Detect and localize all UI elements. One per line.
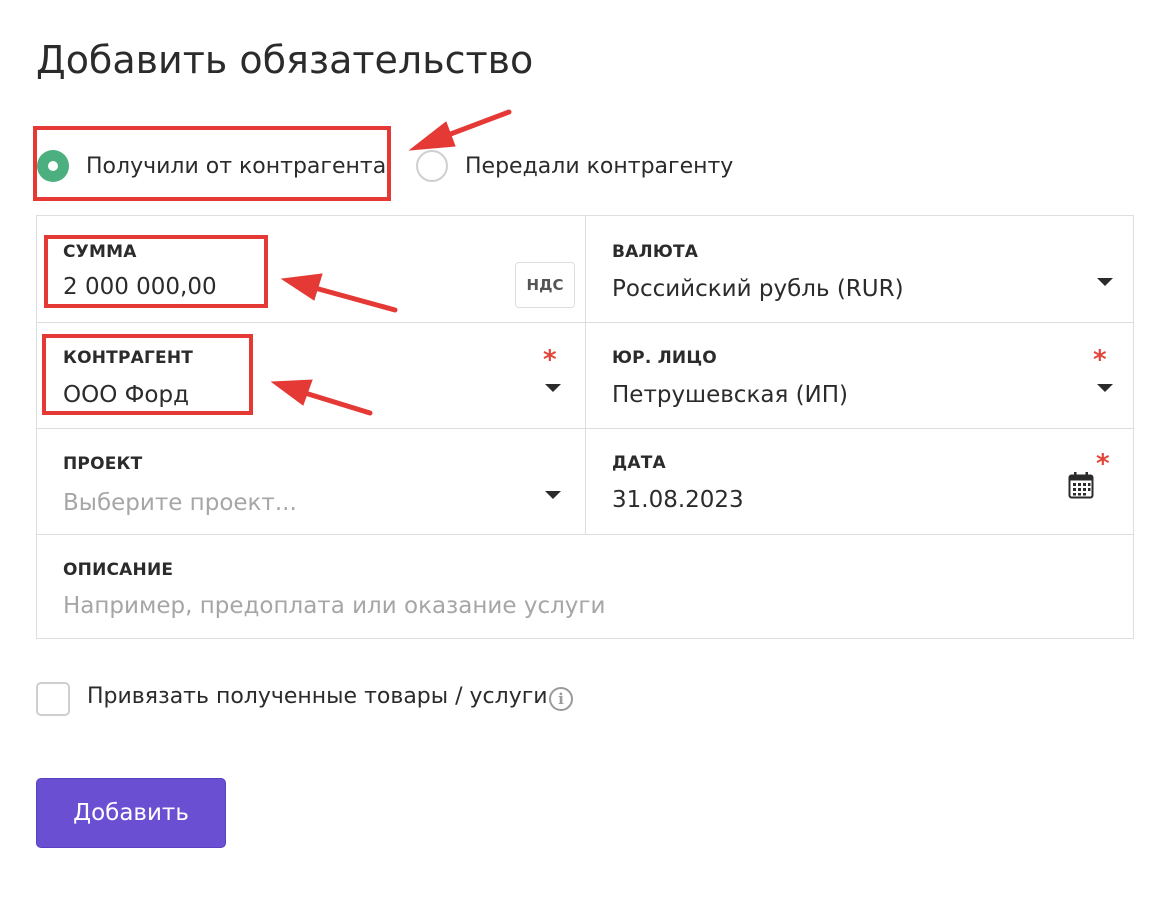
currency-label: ВАЛЮТА: [612, 242, 699, 262]
counterparty-label: КОНТРАГЕНТ: [63, 348, 194, 368]
chevron-down-icon[interactable]: [545, 384, 561, 392]
obligation-form: СУММА 2 000 000,00 НДС ВАЛЮТА Российский…: [36, 215, 1134, 639]
currency-select[interactable]: ВАЛЮТА Российский рубль (RUR): [586, 216, 1133, 322]
legal-entity-select[interactable]: ЮР. ЛИЦО Петрушевская (ИП) *: [586, 323, 1133, 428]
project-label: ПРОЕКТ: [63, 454, 143, 474]
radio-received-label: Получили от контрагента: [86, 153, 387, 179]
description-field[interactable]: ОПИСАНИЕ Например, предоплата или оказан…: [37, 535, 1133, 639]
required-mark: *: [1096, 449, 1110, 479]
link-goods-label[interactable]: Привязать полученные товары / услуги: [87, 684, 548, 709]
date-label: ДАТА: [612, 453, 666, 473]
date-field[interactable]: ДАТА 31.08.2023 *: [586, 429, 1133, 534]
description-placeholder[interactable]: Например, предоплата или оказание услуги: [63, 593, 605, 619]
page-title: Добавить обязательство: [36, 38, 534, 82]
chevron-down-icon[interactable]: [1097, 278, 1113, 286]
vat-button[interactable]: НДС: [515, 262, 575, 308]
project-select[interactable]: ПРОЕКТ Выберите проект...: [37, 429, 585, 534]
counterparty-select[interactable]: КОНТРАГЕНТ ООО Форд *: [37, 323, 585, 428]
legal-entity-value[interactable]: Петрушевская (ИП): [612, 382, 848, 408]
link-goods-checkbox[interactable]: [36, 682, 70, 716]
description-label: ОПИСАНИЕ: [63, 560, 174, 580]
date-input[interactable]: 31.08.2023: [612, 487, 744, 513]
amount-label: СУММА: [63, 242, 137, 262]
required-mark: *: [1093, 345, 1107, 375]
radio-received-control[interactable]: [37, 150, 69, 182]
counterparty-value[interactable]: ООО Форд: [63, 382, 189, 408]
chevron-down-icon[interactable]: [545, 491, 561, 499]
required-mark: *: [543, 345, 557, 375]
currency-value[interactable]: Российский рубль (RUR): [612, 276, 904, 302]
add-button[interactable]: Добавить: [36, 778, 226, 848]
radio-transferred-control[interactable]: [416, 150, 448, 182]
radio-received[interactable]: Получили от контрагента: [37, 146, 386, 186]
project-placeholder[interactable]: Выберите проект...: [63, 490, 297, 516]
radio-transferred-label: Передали контрагенту: [465, 153, 734, 179]
annotation-arrow: [437, 109, 512, 141]
radio-transferred[interactable]: Передали контрагенту: [416, 146, 733, 186]
info-icon[interactable]: i: [549, 687, 573, 711]
calendar-icon[interactable]: [1068, 471, 1094, 499]
legal-entity-label: ЮР. ЛИЦО: [612, 348, 717, 368]
amount-field[interactable]: СУММА 2 000 000,00 НДС: [37, 216, 585, 322]
amount-input[interactable]: 2 000 000,00: [63, 274, 217, 300]
chevron-down-icon[interactable]: [1097, 384, 1113, 392]
